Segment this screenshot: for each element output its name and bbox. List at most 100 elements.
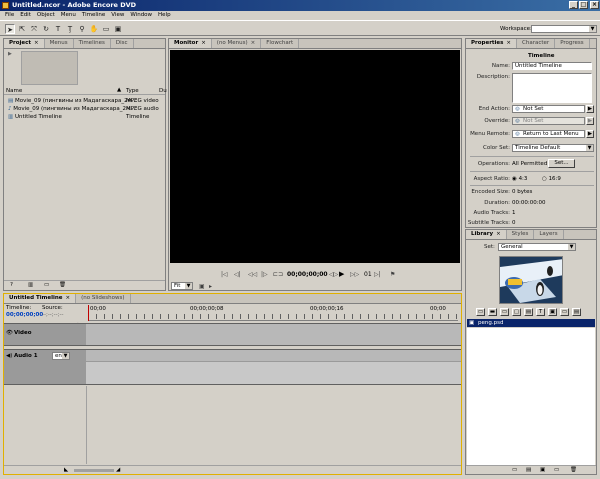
close-button[interactable]: × <box>590 1 599 9</box>
menu-help[interactable]: Help <box>155 11 174 20</box>
eye-icon[interactable]: 👁 <box>6 330 13 336</box>
audio-track[interactable]: ◀) Audio 1 en ▼ <box>4 349 461 385</box>
frame-tool-icon[interactable]: ▣ <box>113 24 123 34</box>
new-set-icon[interactable]: ▤ <box>526 467 531 473</box>
description-input[interactable] <box>512 73 592 103</box>
new-item-icon[interactable]: ▭ <box>512 467 517 473</box>
tab-menus[interactable]: Menus <box>45 39 74 48</box>
workspace-select[interactable]: ▼ <box>531 25 597 33</box>
tab-monitor[interactable]: Monitor × <box>169 39 212 48</box>
maximize-button[interactable]: □ <box>579 1 588 9</box>
name-input[interactable]: Untitled Timeline <box>512 62 592 70</box>
list-item[interactable]: ♪ Movie_09 (пингвины из Мадагаскара_2м..… <box>8 106 163 112</box>
library-background-icon[interactable]: ▣ <box>548 308 557 316</box>
tab-project[interactable]: Project × <box>4 39 45 48</box>
library-place-icon[interactable]: ▤ <box>572 308 581 316</box>
next-chapter-icon[interactable]: ▷| <box>374 271 381 278</box>
vertical-text-tool-icon[interactable]: Ţ <box>65 24 75 34</box>
source-timecode[interactable]: --;--;--;-- <box>42 312 63 318</box>
tab-no-menus[interactable]: (no Menus) × <box>212 39 262 48</box>
step-back-icon[interactable]: ◁| <box>234 271 241 278</box>
audio-language-select[interactable]: en ▼ <box>52 352 70 360</box>
audio-track-content[interactable] <box>86 350 461 361</box>
library-image-icon[interactable]: ▭ <box>500 308 509 316</box>
list-item[interactable]: ▤ Movie_09 (пингвины из Мадагаскара_2м..… <box>8 98 163 104</box>
zoom-tool-icon[interactable]: ⚲ <box>77 24 87 34</box>
tab-disc[interactable]: Disc <box>111 39 134 48</box>
chapter-marker-icon[interactable]: ⚑ <box>390 271 395 278</box>
library-menu-icon[interactable]: ▭ <box>476 308 485 316</box>
end-action-select[interactable]: ◎ Not Set <box>512 105 585 113</box>
new-timeline-icon[interactable]: ▥ <box>28 282 33 288</box>
menu-timeline[interactable]: Timeline <box>79 11 108 20</box>
column-type[interactable]: Type <box>126 88 139 94</box>
hand-tool-icon[interactable]: ✋ <box>89 24 99 34</box>
tab-untitled-timeline[interactable]: Untitled Timeline × <box>4 294 77 303</box>
column-duration[interactable]: Du <box>159 88 167 94</box>
library-set-select[interactable]: General ▼ <box>498 243 576 251</box>
timecode-display[interactable]: 00;00;00;00 <box>287 271 328 278</box>
column-name[interactable]: Name <box>6 88 22 94</box>
tab-flowchart[interactable]: Flowchart <box>261 39 300 48</box>
override-select[interactable]: ◎ Not Set <box>512 117 585 125</box>
tab-character[interactable]: Character <box>517 39 556 48</box>
library-text-icon[interactable]: T <box>536 308 545 316</box>
speaker-icon[interactable]: ◀) <box>6 353 12 359</box>
aspect-16-9-radio[interactable]: ○ 16:9 <box>542 176 561 182</box>
help-icon[interactable]: ? <box>10 282 13 288</box>
play-preview-icon[interactable]: ▶ <box>8 51 14 57</box>
set-operations-button[interactable]: Set... <box>548 159 575 168</box>
list-item[interactable]: ▥ Untitled Timeline Timeline <box>8 114 163 120</box>
mark-icon[interactable]: ⊏⊐ <box>273 271 283 278</box>
previous-chapter-icon[interactable]: |◁ <box>221 271 228 278</box>
aspect-4-3-radio[interactable]: ◉ 4:3 <box>512 176 527 182</box>
playhead[interactable] <box>88 305 89 321</box>
menu-window[interactable]: Window <box>127 11 155 20</box>
loop-icon[interactable]: ◁▷ <box>329 271 338 278</box>
menu-file[interactable]: File <box>2 11 17 20</box>
timeline-ruler[interactable]: 00;00 00;00;00;08 00;00;00;16 00;00 <box>88 305 458 321</box>
library-list-item[interactable]: ▣ peng.psd <box>467 319 595 327</box>
zoom-out-icon[interactable]: ◣ <box>64 467 68 473</box>
zoom-fit-select[interactable]: Fit ▼ <box>171 282 193 290</box>
selection-tool-icon[interactable]: ➤ <box>5 24 15 34</box>
move-tool-icon[interactable]: ⤧ <box>29 24 39 34</box>
menu-object[interactable]: Object <box>34 11 58 20</box>
delete-item-icon[interactable]: 🗑 <box>570 467 577 473</box>
library-shape-icon[interactable]: ▢ <box>512 308 521 316</box>
safe-area-icon[interactable]: ▣ <box>199 283 205 290</box>
tab-progress[interactable]: Progress <box>555 39 590 48</box>
tab-library[interactable]: Library × <box>466 230 507 239</box>
zoom-in-icon[interactable]: ◢ <box>116 467 120 473</box>
step-forward-icon[interactable]: |▷ <box>261 271 268 278</box>
tab-no-slideshows[interactable]: (no Slideshows) <box>76 294 131 303</box>
video-track-content[interactable] <box>86 324 461 345</box>
end-action-arrow-icon[interactable]: ▶ <box>586 105 594 113</box>
tab-styles[interactable]: Styles <box>507 230 535 239</box>
menu-view[interactable]: View <box>108 11 127 20</box>
new-folder-icon[interactable]: ▭ <box>44 282 49 288</box>
text-tool-icon[interactable]: T <box>53 24 63 34</box>
resize-grip-icon[interactable]: ▸ <box>209 283 212 290</box>
menu-remote-arrow-icon[interactable]: ▶ <box>586 130 594 138</box>
fast-forward-icon[interactable]: ▷▷ <box>350 271 359 278</box>
replace-item-icon[interactable]: ▭ <box>554 467 559 473</box>
timeline-timecode[interactable]: 00;00;00;00 <box>6 312 43 318</box>
tab-properties[interactable]: Properties × <box>466 39 518 48</box>
color-set-select[interactable]: Timeline Default ▼ <box>512 144 594 152</box>
tab-layers[interactable]: Layers <box>534 230 564 239</box>
menu-remote-select[interactable]: ◎ Return to Last Menu <box>512 130 585 138</box>
direct-select-tool-icon[interactable]: ⇱ <box>17 24 27 34</box>
delete-icon[interactable]: 🗑 <box>59 282 66 288</box>
video-track[interactable]: 👁 Video <box>4 323 461 346</box>
zoom-slider[interactable] <box>74 469 114 472</box>
library-replace-icon[interactable]: ▭ <box>560 308 569 316</box>
override-arrow-icon[interactable]: ▶ <box>586 117 594 125</box>
library-layer-icon[interactable]: ▤ <box>524 308 533 316</box>
play-icon[interactable]: ▶ <box>339 270 344 278</box>
place-item-icon[interactable]: ▣ <box>540 467 545 473</box>
library-button-icon[interactable]: ▬ <box>488 308 497 316</box>
rotate-tool-icon[interactable]: ↻ <box>41 24 51 34</box>
preview-tool-icon[interactable]: ▭ <box>101 24 111 34</box>
menu-menu[interactable]: Menu <box>58 11 79 20</box>
